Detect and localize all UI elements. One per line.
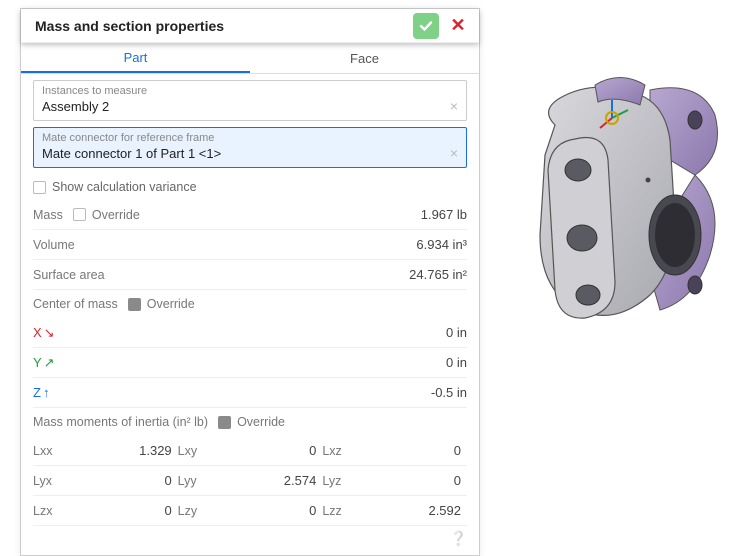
- lxx-value: 1.329: [63, 443, 178, 458]
- center-of-mass-header: Center of mass Override: [33, 290, 467, 318]
- axis-z-label: Z↑: [33, 385, 49, 400]
- part-3d-model: [500, 60, 725, 390]
- lzy-value: 0: [208, 503, 323, 518]
- inertia-label: Mass moments of inertia (in² lb): [33, 415, 208, 429]
- volume-value: 6.934 in³: [75, 237, 467, 252]
- mass-row: Mass Override 1.967 lb: [33, 200, 467, 230]
- lzx-value: 0: [63, 503, 178, 518]
- com-override-label: Override: [147, 297, 195, 311]
- com-x-row: X↘ 0 in: [33, 318, 467, 348]
- tab-face[interactable]: Face: [250, 43, 479, 73]
- inertia-override-label: Override: [237, 415, 285, 429]
- lxy-label: Lxy: [178, 444, 208, 458]
- lxy-value: 0: [208, 443, 323, 458]
- lxx-label: Lxx: [33, 444, 63, 458]
- volume-row: Volume 6.934 in³: [33, 230, 467, 260]
- mass-override-checkbox[interactable]: [73, 208, 86, 221]
- mass-label: Mass: [33, 208, 63, 222]
- inertia-row-3: Lzx0 Lzy0 Lzz2.592: [33, 496, 467, 526]
- com-label: Center of mass: [33, 297, 118, 311]
- com-z-row: Z↑ -0.5 in: [33, 378, 467, 408]
- axis-y-label: Y↗: [33, 355, 55, 371]
- inertia-row-2: Lyx0 Lyy2.574 Lyz0: [33, 466, 467, 496]
- point-marker-icon: [646, 178, 651, 183]
- mate-connector-field[interactable]: Mate connector for reference frame Mate …: [33, 127, 467, 168]
- lyz-label: Lyz: [322, 474, 352, 488]
- instances-field[interactable]: Instances to measure Assembly 2 ×: [33, 80, 467, 121]
- clear-mate-button[interactable]: ×: [450, 145, 458, 161]
- lyx-value: 0: [63, 473, 178, 488]
- 3d-viewport[interactable]: [500, 60, 725, 390]
- mass-value: 1.967 lb: [140, 207, 467, 222]
- tab-part[interactable]: Part: [21, 43, 250, 73]
- lyy-value: 2.574: [208, 473, 323, 488]
- lyx-label: Lyx: [33, 474, 63, 488]
- lxz-label: Lxz: [322, 444, 352, 458]
- com-x-value: 0 in: [55, 325, 467, 340]
- lzz-value: 2.592: [352, 503, 467, 518]
- help-icon: ❔: [450, 530, 467, 546]
- dialog-header: Mass and section properties ✕: [21, 9, 479, 43]
- lzy-label: Lzy: [178, 504, 208, 518]
- lyy-label: Lyy: [178, 474, 208, 488]
- arrow-down-right-icon: ↘: [44, 325, 55, 341]
- lzx-label: Lzx: [33, 504, 63, 518]
- show-variance-row: Show calculation variance: [33, 174, 467, 200]
- surface-area-row: Surface area 24.765 in²: [33, 260, 467, 290]
- mate-value: Mate connector 1 of Part 1 <1>: [42, 144, 458, 161]
- inertia-override-checkbox[interactable]: [218, 416, 231, 429]
- lyz-value: 0: [352, 473, 467, 488]
- instances-label: Instances to measure: [42, 85, 458, 97]
- instances-value: Assembly 2: [42, 97, 458, 114]
- surface-area-label: Surface area: [33, 268, 105, 282]
- com-override-checkbox[interactable]: [128, 298, 141, 311]
- mate-label: Mate connector for reference frame: [42, 132, 458, 144]
- dialog-title: Mass and section properties: [35, 18, 413, 34]
- mass-override-label: Override: [92, 208, 140, 222]
- mass-properties-dialog: Mass and section properties ✕ Part Face …: [20, 8, 480, 556]
- com-z-value: -0.5 in: [49, 385, 467, 400]
- close-button[interactable]: ✕: [445, 13, 471, 39]
- tab-bar: Part Face: [21, 43, 479, 74]
- surface-area-value: 24.765 in²: [105, 267, 467, 282]
- com-y-row: Y↗ 0 in: [33, 348, 467, 378]
- clear-instances-button[interactable]: ×: [450, 98, 458, 114]
- inertia-header: Mass moments of inertia (in² lb) Overrid…: [33, 408, 467, 436]
- inertia-row-1: Lxx1.329 Lxy0 Lxz0: [33, 436, 467, 466]
- lzz-label: Lzz: [322, 504, 352, 518]
- show-variance-checkbox[interactable]: [33, 181, 46, 194]
- confirm-button[interactable]: [413, 13, 439, 39]
- check-icon: [419, 19, 433, 33]
- volume-label: Volume: [33, 238, 75, 252]
- help-button[interactable]: ❔: [33, 526, 467, 547]
- com-y-value: 0 in: [55, 355, 467, 370]
- show-variance-label: Show calculation variance: [52, 180, 197, 194]
- axis-x-label: X↘: [33, 325, 55, 341]
- close-icon: ✕: [450, 15, 465, 36]
- arrow-up-right-icon: ↗: [44, 355, 55, 371]
- lxz-value: 0: [352, 443, 467, 458]
